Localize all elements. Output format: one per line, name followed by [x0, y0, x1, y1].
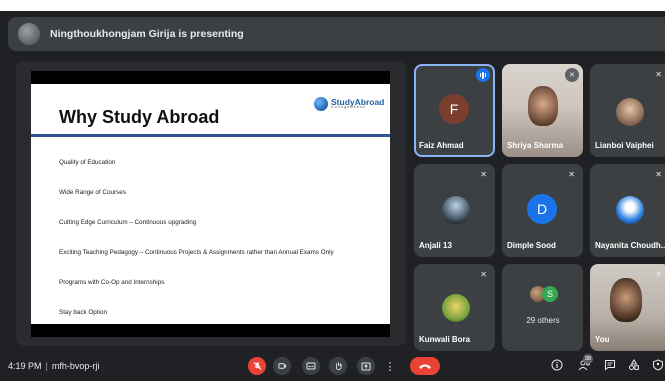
participant-name: Nayanita Choudh...: [595, 241, 665, 250]
slide-bullet: Exciting Teaching Pedagogy – Continuous …: [59, 249, 334, 256]
control-bar: 4:19 PM | mfh-bvop-rji ⋮ 38: [0, 351, 665, 381]
participant-tile[interactable]: ✕ Nayanita Choudh...: [590, 164, 665, 257]
people-count-badge: 38: [583, 354, 593, 364]
mic-off-icon: ✕: [655, 70, 662, 79]
participant-face: [528, 86, 558, 126]
info-icon[interactable]: [551, 359, 563, 374]
participant-name: Dimple Sood: [507, 241, 556, 250]
mic-off-icon: ✕: [655, 170, 662, 179]
slide-bullet: Wide Range of Courses: [59, 189, 126, 196]
participant-name: Kunwali Bora: [419, 335, 471, 344]
self-tile[interactable]: ✕ You: [590, 264, 665, 351]
meeting-info: 4:19 PM | mfh-bvop-rji: [8, 361, 99, 371]
participant-tile[interactable]: D ✕ Dimple Sood: [502, 164, 583, 257]
avatar: [442, 294, 470, 322]
clock-time: 4:19 PM: [8, 361, 42, 371]
avatar: [442, 196, 470, 224]
mic-off-icon: ✕: [480, 170, 487, 179]
participant-tile[interactable]: ✕ Shriya Sharma: [502, 64, 583, 157]
participant-name: Anjali 13: [419, 241, 452, 250]
more-options-icon[interactable]: ⋮: [381, 357, 399, 375]
avatar: F: [439, 94, 469, 124]
participant-name: You: [595, 335, 610, 344]
mic-off-icon: ✕: [565, 68, 579, 82]
slide-bullet-list: Quality of Education Wide Range of Cours…: [59, 159, 334, 339]
end-call-icon[interactable]: [410, 357, 440, 375]
avatar: [616, 98, 644, 126]
avatar: S: [542, 286, 558, 302]
chat-icon[interactable]: [604, 359, 616, 374]
slide-divider: [31, 134, 390, 137]
others-count: 29 others: [526, 316, 560, 325]
logo-sub-text: CollegeDekho: [331, 105, 366, 110]
speaking-indicator-icon: [476, 68, 490, 82]
separator: |: [45, 361, 48, 371]
raise-hand-icon[interactable]: [329, 357, 347, 375]
mic-off-icon: ✕: [568, 170, 575, 179]
activities-icon[interactable]: [628, 359, 640, 374]
slide-bullet: Quality of Education: [59, 159, 116, 166]
presenter-avatar: [18, 23, 40, 45]
camera-icon[interactable]: [273, 357, 291, 375]
self-face: [610, 278, 642, 322]
globe-icon: [314, 97, 328, 111]
slide-content: Why Study Abroad StudyAbroad CollegeDekh…: [31, 84, 390, 324]
participant-tile[interactable]: ✕ Anjali 13: [414, 164, 495, 257]
mic-off-icon: ✕: [480, 270, 487, 279]
presenting-banner: Ningthoukhongjam Girija is presenting: [8, 17, 665, 51]
people-icon[interactable]: 38: [578, 354, 593, 374]
mic-off-icon[interactable]: [248, 357, 266, 375]
slide-title: Why Study Abroad: [59, 107, 220, 127]
participant-tile[interactable]: ✕ Kunwali Bora: [414, 264, 495, 351]
participant-tile[interactable]: F Faiz Ahmad: [414, 64, 495, 157]
participant-name: Shriya Sharma: [507, 141, 564, 150]
presenting-label: Ningthoukhongjam Girija is presenting: [50, 28, 244, 40]
slide-bullet: Stay back Option: [59, 309, 107, 316]
study-abroad-logo: StudyAbroad CollegeDekho: [314, 97, 384, 111]
slide-bullet: Cutting Edge Curriculum – Continuous upg…: [59, 219, 197, 226]
present-icon[interactable]: [357, 357, 375, 375]
captions-icon[interactable]: [302, 357, 320, 375]
avatar: [616, 196, 644, 224]
slide-bullet: Programs with Co-Op and Internships: [59, 279, 165, 286]
meet-window: Ningthoukhongjam Girija is presenting Wh…: [0, 11, 665, 381]
participant-name: Faiz Ahmad: [419, 141, 464, 150]
meeting-code: mfh-bvop-rji: [51, 361, 100, 371]
shared-slide: Why Study Abroad StudyAbroad CollegeDekh…: [31, 71, 390, 337]
mic-off-icon: ✕: [655, 270, 662, 279]
others-tile[interactable]: S 29 others: [502, 264, 583, 351]
participant-name: Lianboi Vaiphei: [595, 141, 654, 150]
participant-tile[interactable]: ✕ Lianboi Vaiphei: [590, 64, 665, 157]
avatar: D: [527, 194, 557, 224]
host-controls-icon[interactable]: [652, 359, 664, 374]
